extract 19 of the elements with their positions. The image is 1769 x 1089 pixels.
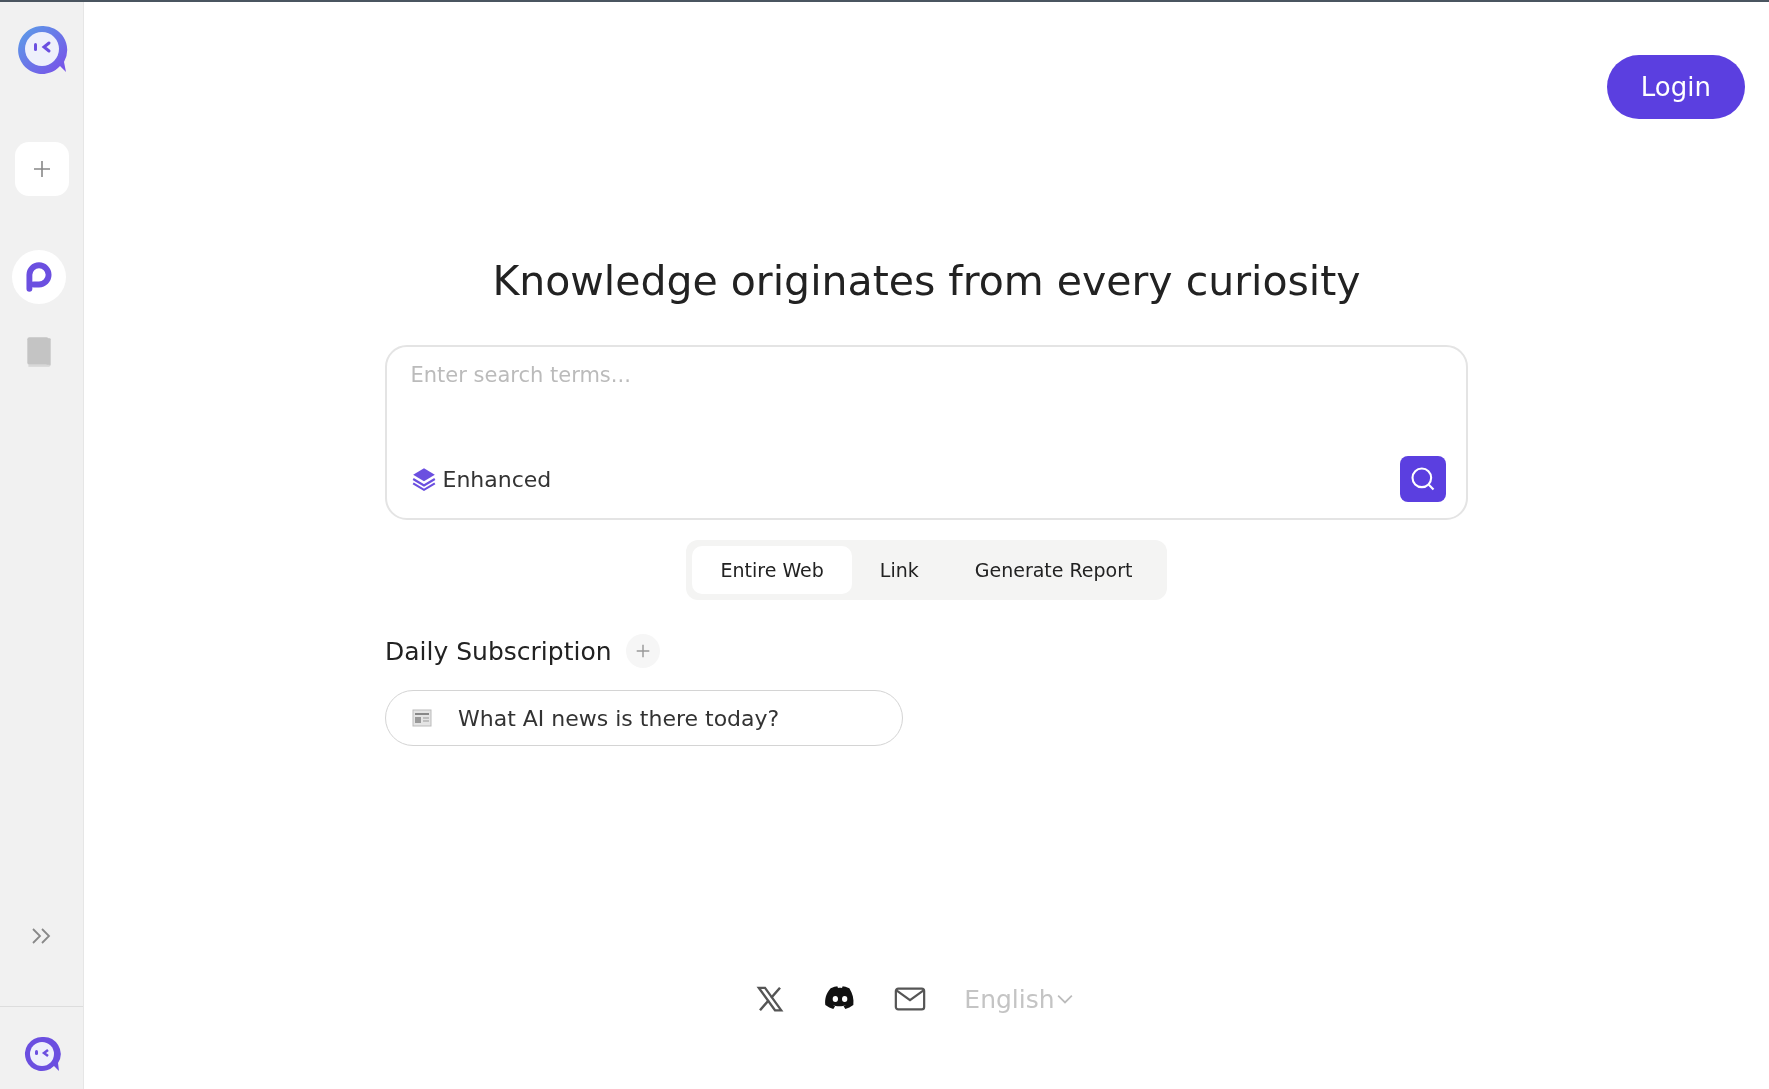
- search-field[interactable]: Enter search terms... Enhanced: [384, 345, 1468, 520]
- logo-icon[interactable]: [15, 24, 68, 76]
- tab[interactable]: Link: [851, 546, 947, 594]
- login-button[interactable]: Login: [1606, 55, 1745, 119]
- mail-icon[interactable]: [894, 984, 927, 1014]
- enhanced-mode-button[interactable]: Enhanced: [410, 466, 552, 492]
- brand-p-icon: [23, 261, 54, 293]
- expand-icon[interactable]: [30, 927, 53, 945]
- book-icon: [24, 335, 53, 369]
- section-title: Daily Subscription: [385, 636, 612, 666]
- tab[interactable]: Entire Web: [692, 546, 852, 594]
- headline: Knowledge originates from every curiosity: [492, 257, 1361, 305]
- layers-icon: [410, 466, 437, 492]
- plus-icon: [31, 159, 52, 179]
- newspaper-icon: [412, 709, 432, 727]
- search-icon: [1408, 465, 1437, 493]
- chevron-down-icon: [1056, 993, 1073, 1005]
- search-button[interactable]: [1399, 456, 1446, 502]
- tab[interactable]: Generate Report: [946, 546, 1161, 594]
